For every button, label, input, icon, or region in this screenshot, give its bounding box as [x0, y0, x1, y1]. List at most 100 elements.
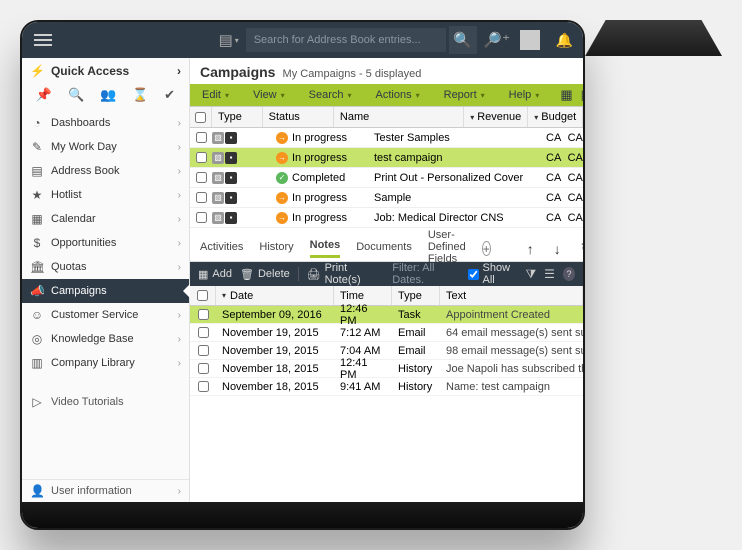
menu-help[interactable]: Help	[503, 89, 546, 101]
check-icon[interactable]: ✔	[164, 87, 175, 103]
note-checkbox[interactable]	[198, 327, 209, 338]
page-title-text: Campaigns	[200, 64, 275, 80]
note-row[interactable]: November 18, 20159:41 AMHistoryName: tes…	[190, 378, 583, 396]
table-row[interactable]: ▧▪→In progresstest campaignCAD50,000.00C…	[190, 148, 583, 168]
chevron-right-icon: ›	[178, 118, 181, 129]
nav-icon: ☺	[30, 308, 44, 322]
sidebar-item-campaigns[interactable]: 📣Campaigns	[22, 279, 189, 303]
select-all[interactable]	[195, 112, 206, 123]
add-tab-icon[interactable]: +	[482, 241, 491, 256]
sidebar-item-company-library[interactable]: ▥Company Library›	[22, 351, 189, 375]
arrow-down-icon[interactable]: ↓	[554, 241, 561, 257]
sidebar-item-hotlist[interactable]: ★Hotlist›	[22, 183, 189, 207]
note-checkbox[interactable]	[198, 309, 209, 320]
search-input[interactable]: Search for Address Book entries...	[246, 28, 446, 52]
sidebar-item-calendar[interactable]: ▦Calendar›	[22, 207, 189, 231]
export-icon[interactable]: ▦	[578, 87, 584, 103]
menu-search[interactable]: Search	[303, 89, 358, 101]
pin-icon[interactable]: 📌	[36, 87, 52, 103]
sidebar-item-my-work-day[interactable]: ✎My Work Day›	[22, 135, 189, 159]
table-row[interactable]: ▧▪→In progressJob: Medical Director CNSC…	[190, 208, 583, 228]
note-checkbox[interactable]	[198, 381, 209, 392]
search-icon[interactable]: 🔍	[449, 26, 477, 54]
chevron-right-icon: ›	[177, 64, 181, 78]
menu-view[interactable]: View	[247, 89, 291, 101]
col-type[interactable]: Type	[392, 286, 440, 305]
col-status[interactable]: Status	[263, 107, 334, 127]
hourglass-icon[interactable]: ⌛	[132, 87, 148, 103]
table-row[interactable]: ▧▪✓CompletedPrint Out - Personalized Cov…	[190, 168, 583, 188]
show-all-toggle[interactable]: Show All	[468, 262, 518, 286]
nav-icon: ★	[30, 188, 44, 202]
sidebar-item-opportunities[interactable]: $Opportunities›	[22, 231, 189, 255]
users-icon[interactable]: 👥	[100, 87, 116, 103]
nav-icon: ✎	[30, 140, 44, 154]
screen: ▤ Search for Address Book entries... 🔍 🔎…	[22, 22, 583, 502]
filter-icon[interactable]: ⧩	[525, 267, 536, 282]
menu-icon[interactable]	[22, 34, 64, 46]
sidebar: ⚡ Quick Access › 📌 🔍 👥 ⌛ ✔ ◔Dashboards›✎…	[22, 58, 190, 502]
bell-icon[interactable]: 🔔	[556, 32, 573, 49]
col-type[interactable]: Type	[212, 107, 263, 127]
note-checkbox[interactable]	[198, 363, 209, 374]
note-row[interactable]: September 09, 201612:46 PMTaskAppointmen…	[190, 306, 583, 324]
tab-notes[interactable]: Notes	[310, 239, 341, 258]
sidebar-item-quotas[interactable]: 🏛Quotas›	[22, 255, 189, 279]
avatar[interactable]	[520, 30, 540, 50]
menubar: EditViewSearchActionsReportHelp ▦ ▦ ↻ ?	[190, 84, 583, 106]
print-button[interactable]: 🖨 Print Note(s)	[307, 262, 377, 286]
chevron-right-icon: ›	[178, 334, 181, 345]
monitor-stand	[585, 20, 722, 56]
notes-select-all[interactable]	[197, 290, 208, 301]
col-name[interactable]: Name	[334, 107, 464, 127]
table-row[interactable]: ▧▪→In progressTester SamplesCAD10,000.00…	[190, 128, 583, 148]
search-icon[interactable]: 🔍	[68, 87, 84, 103]
note-row[interactable]: November 19, 20157:12 AMEmail64 email me…	[190, 324, 583, 342]
user-information[interactable]: 👤 User information ›	[22, 479, 189, 502]
sidebar-item-dashboards[interactable]: ◔Dashboards›	[22, 111, 189, 135]
row-checkbox[interactable]	[196, 172, 207, 183]
note-row[interactable]: November 18, 201512:41 PMHistoryJoe Napo…	[190, 360, 583, 378]
help-icon[interactable]: ?	[563, 267, 575, 281]
quick-access-header[interactable]: ⚡ Quick Access ›	[22, 58, 189, 84]
advanced-search-icon[interactable]: 🔎⁺	[483, 26, 511, 54]
col-date[interactable]: ▾Date	[216, 286, 334, 305]
book-dropdown-icon[interactable]: ▤	[215, 26, 243, 54]
subtabs: ActivitiesHistoryNotesDocumentsUser-Defi…	[190, 236, 583, 262]
sidebar-item-customer-service[interactable]: ☺Customer Service›	[22, 303, 189, 327]
add-button[interactable]: ▦ Add	[198, 268, 232, 281]
menu-edit[interactable]: Edit	[196, 89, 235, 101]
note-checkbox[interactable]	[198, 345, 209, 356]
quick-access-icons: 📌 🔍 👥 ⌛ ✔	[22, 84, 189, 111]
menu-actions[interactable]: Actions	[370, 89, 426, 101]
columns-icon[interactable]: ☰	[544, 267, 555, 281]
tab-history[interactable]: History	[259, 241, 293, 257]
search-placeholder: Search for Address Book entries...	[254, 34, 421, 46]
row-checkbox[interactable]	[196, 152, 207, 163]
col-budget[interactable]: ▾Budget	[528, 107, 583, 127]
row-checkbox[interactable]	[196, 192, 207, 203]
row-checkbox[interactable]	[196, 132, 207, 143]
bolt-icon: ⚡	[30, 64, 45, 78]
col-text[interactable]: Text	[440, 286, 583, 305]
tab-documents[interactable]: Documents	[356, 241, 412, 257]
nav-icon: ▦	[30, 212, 44, 226]
col-revenue[interactable]: ▾Revenue	[464, 107, 528, 127]
excel-icon[interactable]: ▦	[557, 87, 575, 103]
row-checkbox[interactable]	[196, 212, 207, 223]
table-row[interactable]: ▧▪→In progressSampleCAD0.00CAD0.00	[190, 188, 583, 208]
sidebar-item-knowledge-base[interactable]: ◎Knowledge Base›	[22, 327, 189, 351]
delete-button[interactable]: 🗑 Delete	[240, 268, 290, 281]
monitor-chin	[22, 502, 583, 528]
video-tutorials[interactable]: ▷ Video Tutorials	[22, 391, 189, 413]
sidebar-item-address-book[interactable]: ▤Address Book›	[22, 159, 189, 183]
refresh-icon[interactable]: ↻	[581, 240, 583, 257]
chevron-right-icon: ›	[178, 142, 181, 153]
menu-report[interactable]: Report	[438, 89, 491, 101]
nav-icon: ◔	[30, 116, 44, 130]
user-icon: 👤	[30, 484, 44, 498]
arrow-up-icon[interactable]: ↑	[527, 241, 534, 257]
tab-activities[interactable]: Activities	[200, 241, 243, 257]
chevron-right-icon: ›	[178, 486, 181, 497]
notes-toolbar: ▦ Add 🗑 Delete 🖨 Print Note(s) Filter: A…	[190, 262, 583, 286]
